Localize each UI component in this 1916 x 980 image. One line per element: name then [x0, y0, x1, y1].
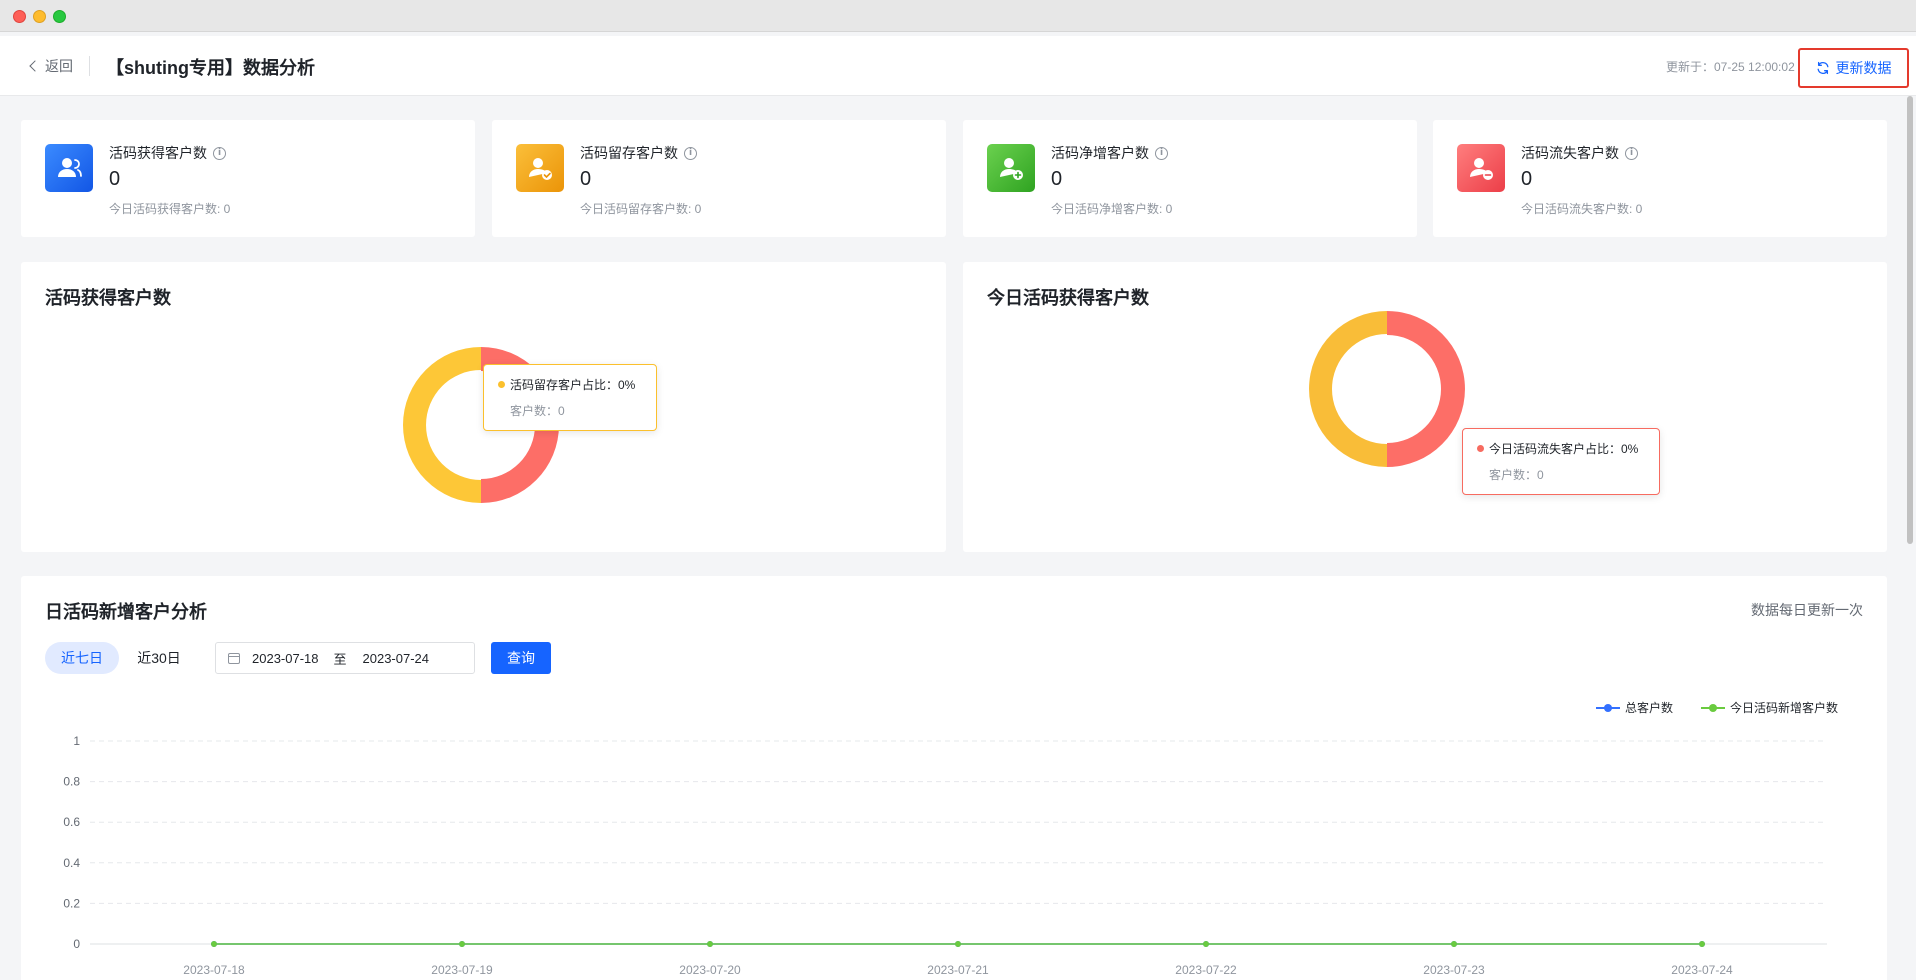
donut-tooltip: 今日活码流失客户占比：0% 客户数：0 — [1462, 428, 1660, 495]
stat-label: 活码净增客户数 i — [1051, 143, 1168, 163]
window-titlebar — [0, 0, 1916, 32]
x-tick-label: 2023-07-24 — [1671, 963, 1733, 977]
stat-value: 0 — [1051, 168, 1063, 190]
donut-panel-acquired: 活码获得客户数 活码留存客户占比：0% 客户数：0 — [21, 262, 946, 552]
legend-marker — [1604, 704, 1612, 712]
page-header: 返回 【shuting专用】数据分析 更新于：07-25 12:00:02 更新… — [0, 36, 1916, 96]
legend-label[interactable]: 总客户数 — [1625, 700, 1673, 715]
back-button[interactable]: 返回 — [28, 56, 73, 76]
y-tick-label: 0.2 — [63, 896, 80, 910]
stat-label: 活码流失客户数 i — [1521, 143, 1638, 163]
stat-card-lost: 活码流失客户数 i 0 今日活码流失客户数: 0 — [1433, 120, 1887, 237]
user-check-icon — [516, 144, 564, 192]
vertical-scrollbar[interactable] — [1907, 96, 1913, 544]
data-point[interactable] — [459, 941, 465, 947]
stat-subtext: 今日活码获得客户数: 0 — [109, 202, 231, 216]
data-point[interactable] — [211, 941, 217, 947]
donut-tooltip: 活码留存客户占比：0% 客户数：0 — [483, 364, 657, 431]
page-title: 【shuting专用】数据分析 — [106, 58, 315, 78]
stat-value: 0 — [1521, 168, 1533, 190]
stat-label: 活码留存客户数 i — [580, 143, 697, 163]
info-icon[interactable]: i — [684, 146, 697, 160]
panel-title: 活码获得客户数 — [45, 288, 171, 308]
y-tick-label: 1 — [73, 734, 80, 748]
refresh-label: 更新数据 — [1835, 60, 1892, 76]
info-icon[interactable]: i — [1155, 146, 1168, 160]
close-window-button[interactable] — [13, 10, 26, 23]
chevron-left-icon — [29, 60, 41, 72]
legend-marker — [1709, 704, 1717, 712]
donut-chart — [1309, 311, 1465, 467]
stat-card-net-gain: 活码净增客户数 i 0 今日活码净增客户数: 0 — [963, 120, 1417, 237]
info-icon[interactable]: i — [1625, 146, 1638, 160]
x-tick-label: 2023-07-23 — [1423, 963, 1485, 977]
data-point[interactable] — [1451, 941, 1457, 947]
tooltip-title: 活码留存客户占比：0% — [510, 378, 636, 392]
donut-segment-red[interactable] — [1387, 311, 1465, 467]
x-tick-label: 2023-07-19 — [431, 963, 493, 977]
data-point[interactable] — [707, 941, 713, 947]
updated-timestamp: 更新于：07-25 12:00:02 — [1666, 60, 1795, 74]
tooltip-sub: 客户数：0 — [510, 404, 565, 418]
donut-segment-yellow[interactable] — [1309, 311, 1387, 467]
user-icon — [45, 144, 93, 192]
legend-dot — [1477, 445, 1484, 452]
maximize-window-button[interactable] — [53, 10, 66, 23]
y-tick-label: 0.8 — [63, 775, 80, 789]
stat-label: 活码获得客户数 i — [109, 143, 226, 163]
stat-card-acquired: 活码获得客户数 i 0 今日活码获得客户数: 0 — [21, 120, 475, 237]
user-add-icon — [987, 144, 1035, 192]
y-tick-label: 0.4 — [63, 856, 80, 870]
app-window: 返回 【shuting专用】数据分析 更新于：07-25 12:00:02 更新… — [0, 0, 1916, 980]
stat-value: 0 — [109, 168, 121, 190]
info-icon[interactable]: i — [213, 146, 226, 160]
stat-subtext: 今日活码净增客户数: 0 — [1051, 202, 1173, 216]
refresh-data-button[interactable]: 更新数据 — [1798, 48, 1909, 88]
refresh-icon — [1817, 61, 1828, 75]
y-tick-label: 0.6 — [63, 815, 80, 829]
x-tick-label: 2023-07-22 — [1175, 963, 1237, 977]
stat-subtext: 今日活码流失客户数: 0 — [1521, 202, 1643, 216]
user-remove-icon — [1457, 144, 1505, 192]
stat-subtext: 今日活码留存客户数: 0 — [580, 202, 702, 216]
data-point[interactable] — [955, 941, 961, 947]
x-tick-label: 2023-07-20 — [679, 963, 741, 977]
back-label: 返回 — [45, 58, 73, 74]
donut-panel-today: 今日活码获得客户数 今日活码流失客户占比：0% 客户数：0 — [963, 262, 1887, 552]
x-tick-label: 2023-07-18 — [183, 963, 245, 977]
tooltip-sub: 客户数：0 — [1489, 468, 1544, 482]
x-tick-label: 2023-07-21 — [927, 963, 989, 977]
stat-card-retained: 活码留存客户数 i 0 今日活码留存客户数: 0 — [492, 120, 946, 237]
data-point[interactable] — [1203, 941, 1209, 947]
tooltip-title: 今日活码流失客户占比：0% — [1489, 442, 1639, 456]
minimize-window-button[interactable] — [33, 10, 46, 23]
donut-segment-yellow[interactable] — [403, 347, 481, 503]
header-divider — [89, 56, 90, 76]
line-chart: 0 0.2 0.4 0.6 0.8 1 2023-07-18 2023-07-19 2023-0… — [63, 700, 1838, 977]
stat-value: 0 — [580, 168, 592, 190]
y-tick-label: 0 — [73, 937, 80, 951]
legend-label[interactable]: 今日活码新增客户数 — [1730, 700, 1838, 715]
daily-analysis-panel: 日活码新增客户分析 数据每日更新一次 近七日 近30日 2023-07-18 至… — [21, 576, 1887, 980]
data-point[interactable] — [1699, 941, 1705, 947]
legend-dot — [498, 381, 505, 388]
